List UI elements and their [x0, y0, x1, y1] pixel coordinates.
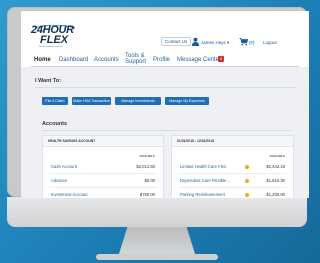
- make-hsa-transaction-button[interactable]: Make HSA Transaction: [72, 97, 111, 105]
- fsa-row-amount: $1,916.30: [266, 178, 285, 183]
- hsa-row-amount: $2,012.50: [136, 164, 155, 169]
- accounts-divider: [42, 130, 292, 131]
- content-layer: I Want To: File A Claim Make HSA Transac…: [21, 11, 309, 198]
- row-divider: [49, 173, 157, 174]
- fsa-account-panel: 01/01/2018 - 12/31/2018 AVAILABLE Limite…: [171, 135, 294, 198]
- info-icon[interactable]: [245, 165, 249, 169]
- i-want-to-heading: I Want To:: [35, 78, 61, 84]
- manage-expenses-button[interactable]: Manage My Expenses: [165, 97, 209, 105]
- fsa-row-label[interactable]: Parking Reimbursement: [180, 192, 225, 197]
- fsa-row-label[interactable]: Limited Health Care Flex: [180, 164, 226, 169]
- fsa-panel-heading: 01/01/2018 - 12/31/2018: [172, 136, 293, 147]
- monitor-stand: [118, 227, 196, 257]
- row-divider: [178, 173, 287, 174]
- hsa-panel-heading: HEALTH SAVINGS ACCOUNT: [43, 136, 163, 147]
- info-icon[interactable]: [245, 193, 249, 197]
- monitor-chin: [7, 197, 307, 227]
- hsa-row-label[interactable]: Advance: [51, 178, 67, 183]
- monitor-stand-base: [96, 254, 218, 260]
- accounts-heading: Accounts: [42, 121, 68, 127]
- hsa-row-label[interactable]: Cash Account: [51, 164, 77, 169]
- hsa-account-panel: HEALTH SAVINGS ACCOUNT AVAILABLE Cash Ac…: [42, 135, 164, 198]
- hsa-row-label[interactable]: Investment Account: [51, 192, 88, 197]
- row-divider: [178, 187, 287, 188]
- fsa-row-amount: $2,442.18: [266, 164, 285, 169]
- hsa-available-label: AVAILABLE: [139, 154, 155, 158]
- i-want-to-divider: [35, 87, 297, 88]
- hsa-row-amount: $750.00: [139, 192, 155, 197]
- info-icon[interactable]: [245, 179, 249, 183]
- manage-investments-button[interactable]: Manage Investments: [115, 97, 161, 105]
- file-claim-button[interactable]: File A Claim: [42, 97, 68, 105]
- hsa-row-amount: $0.00: [144, 178, 155, 183]
- fsa-row-amount: $1,250.00: [266, 192, 285, 197]
- fsa-row-label[interactable]: Dependent Care Flexible...: [180, 178, 230, 183]
- row-divider: [49, 187, 157, 188]
- fsa-available-label: AVAILABLE: [269, 154, 285, 158]
